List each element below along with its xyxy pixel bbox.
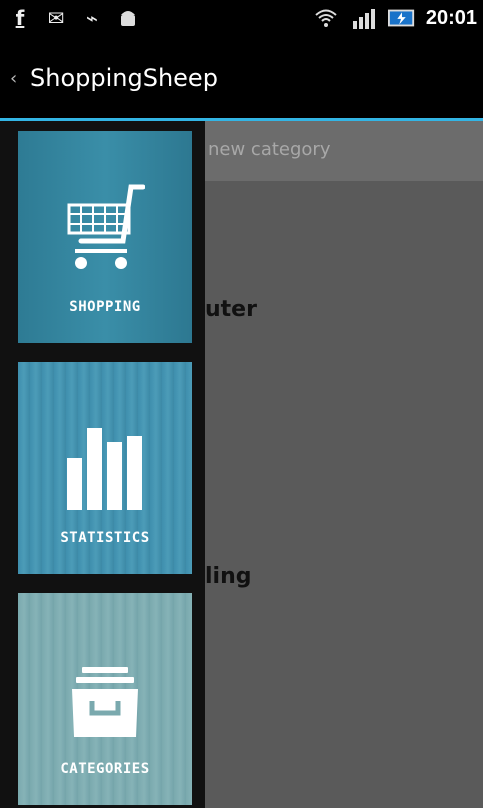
category-item-partial[interactable]: uter: [205, 297, 257, 322]
gmail-icon: ✉: [47, 6, 65, 30]
drawer-item-label: CATEGORIES: [60, 761, 150, 777]
wifi-icon: [312, 6, 340, 30]
facebook-icon: f: [15, 6, 25, 30]
new-category-placeholder: new category: [208, 139, 331, 160]
bar-chart-icon: [18, 428, 192, 510]
clock: 20:01: [425, 6, 477, 29]
drawer-item-label: SHOPPING: [69, 299, 141, 315]
signal-icon: [350, 6, 378, 30]
app-title[interactable]: ShoppingSheep: [30, 64, 218, 92]
usb-icon: ⌁: [85, 6, 99, 30]
shopping-cart-icon: [18, 183, 192, 275]
archive-box-icon: [18, 667, 192, 739]
drawer-item-categories[interactable]: CATEGORIES: [18, 593, 192, 805]
back-chevron-icon[interactable]: ‹: [10, 68, 17, 89]
drawer-item-label: STATISTICS: [60, 530, 150, 546]
drawer-item-statistics[interactable]: STATISTICS: [18, 362, 192, 574]
drawer-item-shopping[interactable]: SHOPPING: [18, 131, 192, 343]
navigation-drawer: SHOPPING STATISTICS CATEGORIES: [0, 121, 205, 808]
battery-icon: [387, 6, 416, 30]
status-bar: f ✉ ⌁ 20:01: [0, 0, 483, 38]
android-debug-icon: [114, 6, 142, 30]
category-item-partial[interactable]: ling: [205, 564, 252, 589]
action-bar: ‹ ShoppingSheep: [0, 38, 483, 121]
